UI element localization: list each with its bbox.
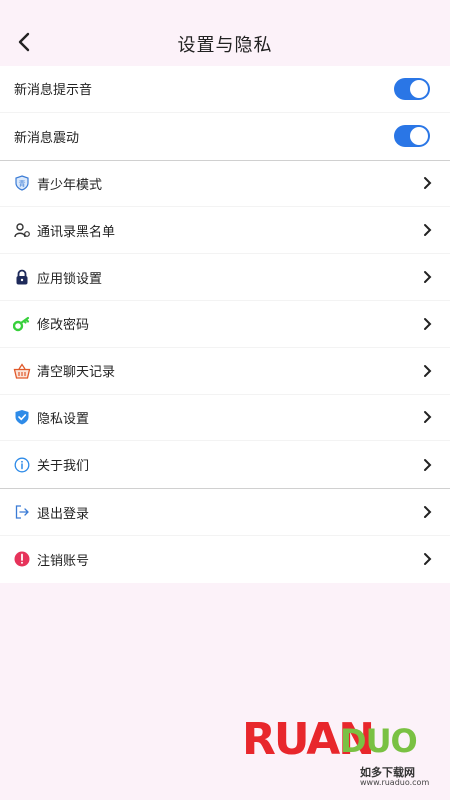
back-button[interactable]: [10, 28, 38, 56]
menu-item-delete-account[interactable]: 注销账号: [0, 536, 450, 583]
page-title: 设置与隐私: [177, 35, 273, 56]
menu-item-label: 修改密码: [37, 318, 90, 334]
menu-item-teen-mode[interactable]: 青 青少年模式: [0, 161, 450, 208]
sound-toggle-label: 新消息提示音: [14, 83, 93, 99]
top-bar: 设置与隐私: [0, 0, 450, 66]
svg-text:青: 青: [19, 179, 26, 188]
chevron-right-icon: [424, 271, 432, 284]
user-blacklist-icon: [13, 221, 31, 239]
chevron-right-icon: [424, 224, 432, 237]
chevron-right-icon: [424, 411, 432, 424]
menu-item-label: 关于我们: [37, 459, 90, 475]
chevron-right-icon: [424, 317, 432, 330]
info-icon: [13, 456, 31, 474]
menu-item-about[interactable]: 关于我们: [0, 441, 450, 488]
chevron-right-icon: [424, 364, 432, 377]
menu-item-change-password[interactable]: 修改密码: [0, 301, 450, 348]
sound-toggle-row[interactable]: 新消息提示音: [0, 66, 450, 113]
menu-item-label: 隐私设置: [37, 411, 90, 427]
lock-icon: [13, 268, 31, 286]
switch-knob: [410, 79, 428, 98]
menu-item-label: 清空聊天记录: [37, 365, 116, 381]
menu-item-label: 退出登录: [37, 506, 90, 522]
sound-toggle-switch[interactable]: [394, 77, 430, 100]
alert-icon: [13, 550, 31, 568]
teen-shield-icon: 青: [13, 174, 31, 192]
menu-item-privacy[interactable]: 隐私设置: [0, 395, 450, 442]
menu-item-clear-chat[interactable]: 清空聊天记录: [0, 348, 450, 395]
chevron-right-icon: [424, 553, 432, 566]
vibrate-toggle-label: 新消息震动: [14, 130, 80, 146]
menu-item-logout[interactable]: 退出登录: [0, 489, 450, 536]
key-icon: [13, 315, 31, 333]
chevron-left-icon: [18, 32, 30, 52]
menu-item-label: 青少年模式: [37, 177, 103, 193]
chevron-right-icon: [424, 177, 432, 190]
watermark-brand-b: DUO: [340, 722, 418, 760]
chevron-right-icon: [424, 458, 432, 471]
privacy-shield-icon: [13, 408, 31, 426]
vibrate-toggle-row[interactable]: 新消息震动: [0, 113, 450, 160]
logout-icon: [13, 503, 31, 521]
vibrate-toggle-switch[interactable]: [394, 125, 430, 148]
menu-item-label: 应用锁设置: [37, 271, 103, 287]
watermark-url: www.ruaduo.com: [360, 778, 430, 787]
watermark-logo: RUAN DUO 如多下载网 www.ruaduo.com: [242, 712, 438, 792]
basket-icon: [13, 362, 31, 380]
menu-item-app-lock[interactable]: 应用锁设置: [0, 254, 450, 301]
chevron-right-icon: [424, 506, 432, 519]
menu-item-label: 注销账号: [37, 553, 90, 569]
switch-knob: [410, 127, 428, 146]
menu-item-label: 通讯录黑名单: [37, 224, 116, 240]
settings-list: 新消息提示音 新消息震动 青 青少年模式 通讯录黑名单 应用锁设置 修改密码 清…: [0, 66, 450, 583]
menu-item-blacklist[interactable]: 通讯录黑名单: [0, 207, 450, 255]
